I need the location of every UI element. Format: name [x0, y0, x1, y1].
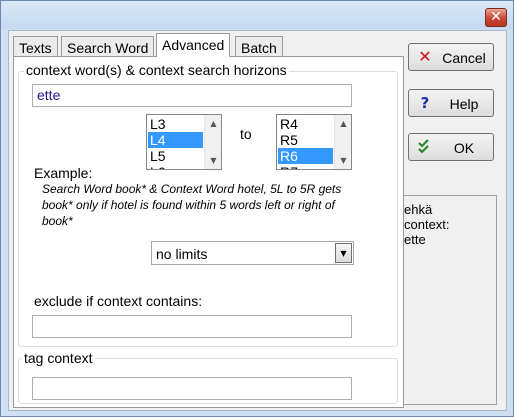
tab-texts[interactable]: Texts [13, 36, 58, 57]
question-icon: ? [420, 94, 430, 112]
example-label: Example: [34, 165, 93, 181]
search-info-box: ehkä context: ette [399, 195, 497, 405]
tag-context-input[interactable] [32, 377, 352, 400]
vertical-scrollbar[interactable]: ▲ ▼ [204, 115, 221, 169]
list-item[interactable]: R7 [278, 164, 333, 169]
list-item[interactable]: R5 [278, 132, 333, 148]
cancel-button-label: Cancel [442, 50, 486, 66]
ok-button-label: OK [453, 140, 475, 156]
exclude-label: exclude if context contains: [34, 293, 203, 309]
list-item-selected[interactable]: R6 [278, 148, 333, 164]
tab-batch[interactable]: Batch [235, 36, 283, 57]
tab-advanced[interactable]: Advanced [156, 33, 231, 57]
info-line: ette [404, 232, 426, 247]
dialog-window: ✕ Texts Search Word Advanced Batch conte… [0, 0, 514, 417]
context-group-title: context word(s) & context search horizon… [24, 62, 289, 78]
limits-select[interactable]: no limits ▼ [151, 241, 354, 265]
list-item[interactable]: L6 [148, 164, 203, 169]
tab-label: Search Word [67, 40, 149, 56]
close-icon: ✕ [490, 9, 502, 25]
scroll-up-icon[interactable]: ▲ [205, 115, 221, 132]
ok-button[interactable]: OK [408, 133, 494, 161]
example-text: Search Word book* & Context Word hotel, … [42, 182, 342, 228]
right-horizon-list[interactable]: R4 R5 R6 R7 ▲ ▼ [276, 114, 352, 170]
dialog-client-area: Texts Search Word Advanced Batch context… [8, 30, 507, 411]
help-button[interactable]: ? Help [408, 89, 494, 117]
to-label: to [240, 126, 252, 142]
tab-search-word[interactable]: Search Word [61, 36, 155, 57]
exclude-context-input[interactable] [32, 315, 352, 338]
scroll-down-icon[interactable]: ▼ [335, 152, 351, 169]
list-item[interactable]: R4 [278, 116, 333, 132]
dropdown-arrow-icon[interactable]: ▼ [335, 243, 352, 263]
info-line: ehkä [404, 202, 433, 217]
close-button[interactable]: ✕ [485, 8, 507, 27]
scroll-up-icon[interactable]: ▲ [335, 115, 351, 132]
list-item-selected[interactable]: L4 [148, 132, 203, 148]
double-check-icon [417, 139, 433, 155]
tab-label: Batch [241, 40, 277, 56]
scroll-down-icon[interactable]: ▼ [205, 152, 221, 169]
tab-label: Texts [19, 40, 52, 56]
tag-context-title: tag context [22, 350, 95, 366]
tab-label: Advanced [162, 37, 225, 53]
left-horizon-list[interactable]: L3 L4 L5 L6 ▲ ▼ [146, 114, 222, 170]
limits-select-value: no limits [156, 246, 208, 262]
advanced-tab-panel: context word(s) & context search horizon… [13, 56, 404, 408]
info-line: context: [404, 217, 450, 232]
vertical-scrollbar[interactable]: ▲ ▼ [334, 115, 351, 169]
cancel-button[interactable]: ✕ Cancel [408, 43, 494, 71]
context-words-input[interactable]: ette [32, 84, 352, 107]
title-bar: ✕ [1, 1, 513, 29]
cross-icon: ✕ [418, 47, 432, 66]
list-item[interactable]: L5 [148, 148, 203, 164]
list-item[interactable]: L3 [148, 116, 203, 132]
help-button-label: Help [449, 96, 479, 112]
